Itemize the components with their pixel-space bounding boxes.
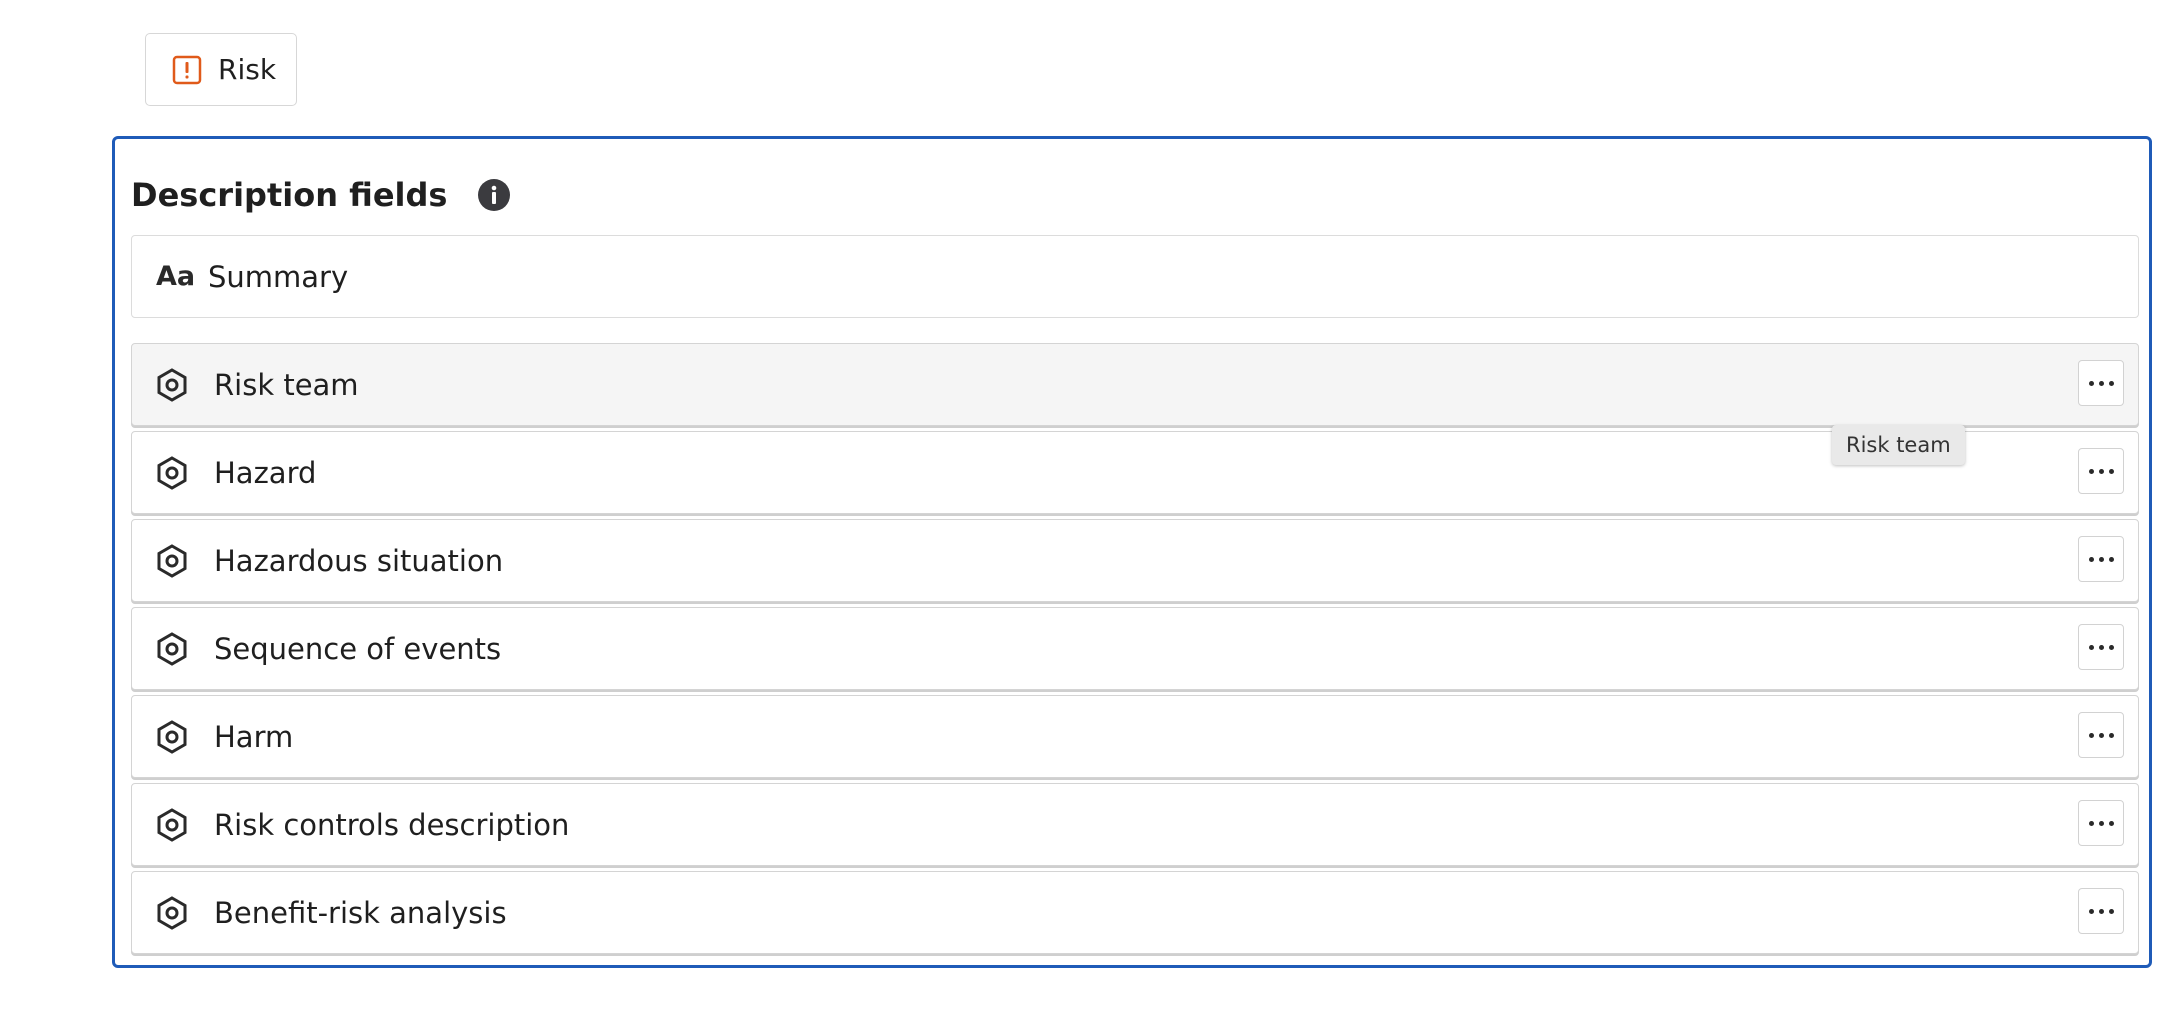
field-label: Harm [214,719,294,754]
more-dot-icon [2108,556,2114,562]
more-dot-icon [2088,468,2094,474]
info-icon[interactable] [477,178,511,212]
more-dot-icon [2088,556,2094,562]
more-dot-icon [2108,380,2114,386]
hexagon-field-icon [155,543,189,578]
more-dot-icon [2108,468,2114,474]
summary-field-row: Aa Summary [131,235,2139,318]
more-options-button[interactable] [2078,536,2124,582]
hexagon-field-icon [155,719,189,754]
more-dot-icon [2098,468,2104,474]
field-label: Benefit-risk analysis [214,895,507,930]
field-row-benefit-risk-analysis[interactable]: Benefit-risk analysis [131,871,2139,954]
description-fields-panel: Description fields Aa Summary Risk team … [112,136,2152,968]
text-type-icon: Aa [156,261,196,292]
field-row-risk-team[interactable]: Risk team [131,343,2139,426]
field-row-harm[interactable]: Harm [131,695,2139,778]
more-options-button[interactable] [2078,712,2124,758]
section-header: Description fields [131,176,511,214]
more-dot-icon [2098,380,2104,386]
field-label: Summary [208,259,349,294]
field-row-sequence-of-events[interactable]: Sequence of events [131,607,2139,690]
more-dot-icon [2108,820,2114,826]
field-label: Risk team [214,367,359,402]
more-dot-icon [2098,732,2104,738]
alert-square-icon [172,55,202,85]
more-dot-icon [2098,820,2104,826]
more-dot-icon [2098,556,2104,562]
more-dot-icon [2088,908,2094,914]
field-label: Risk controls description [214,807,570,842]
more-dot-icon [2098,644,2104,650]
hexagon-field-icon [155,367,189,402]
hexagon-field-icon [155,455,189,490]
more-dot-icon [2088,380,2094,386]
hexagon-field-icon [155,895,189,930]
field-row-risk-controls-description[interactable]: Risk controls description [131,783,2139,866]
hexagon-field-icon [155,631,189,666]
more-dot-icon [2088,732,2094,738]
chip-label: Risk [218,53,277,86]
more-options-button[interactable] [2078,888,2124,934]
section-title: Description fields [131,176,448,214]
risk-type-chip[interactable]: Risk [145,33,297,106]
more-dot-icon [2098,908,2104,914]
more-options-button[interactable] [2078,800,2124,846]
more-dot-icon [2088,820,2094,826]
hexagon-field-icon [155,807,189,842]
field-label: Hazard [214,455,317,490]
more-dot-icon [2108,908,2114,914]
more-dot-icon [2088,644,2094,650]
more-dot-icon [2108,644,2114,650]
tooltip: Risk team [1832,425,1965,465]
field-row-hazardous-situation[interactable]: Hazardous situation [131,519,2139,602]
more-options-button[interactable] [2078,360,2124,406]
field-label: Sequence of events [214,631,502,666]
more-options-button[interactable] [2078,624,2124,670]
more-dot-icon [2108,732,2114,738]
field-label: Hazardous situation [214,543,504,578]
more-options-button[interactable] [2078,448,2124,494]
